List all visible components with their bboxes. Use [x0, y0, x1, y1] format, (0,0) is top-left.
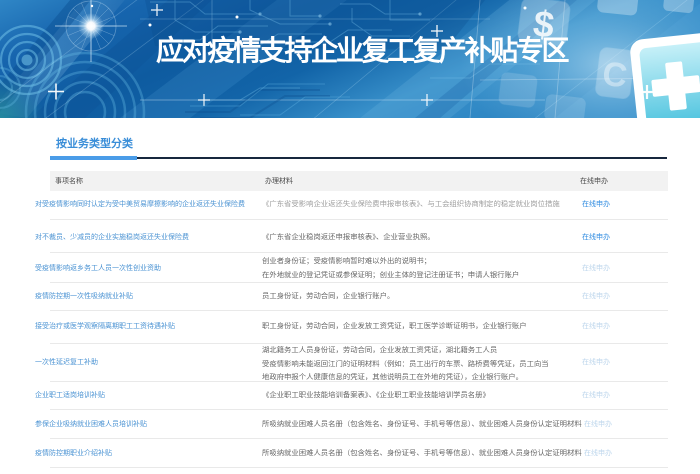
svg-text:C: C: [600, 55, 629, 96]
